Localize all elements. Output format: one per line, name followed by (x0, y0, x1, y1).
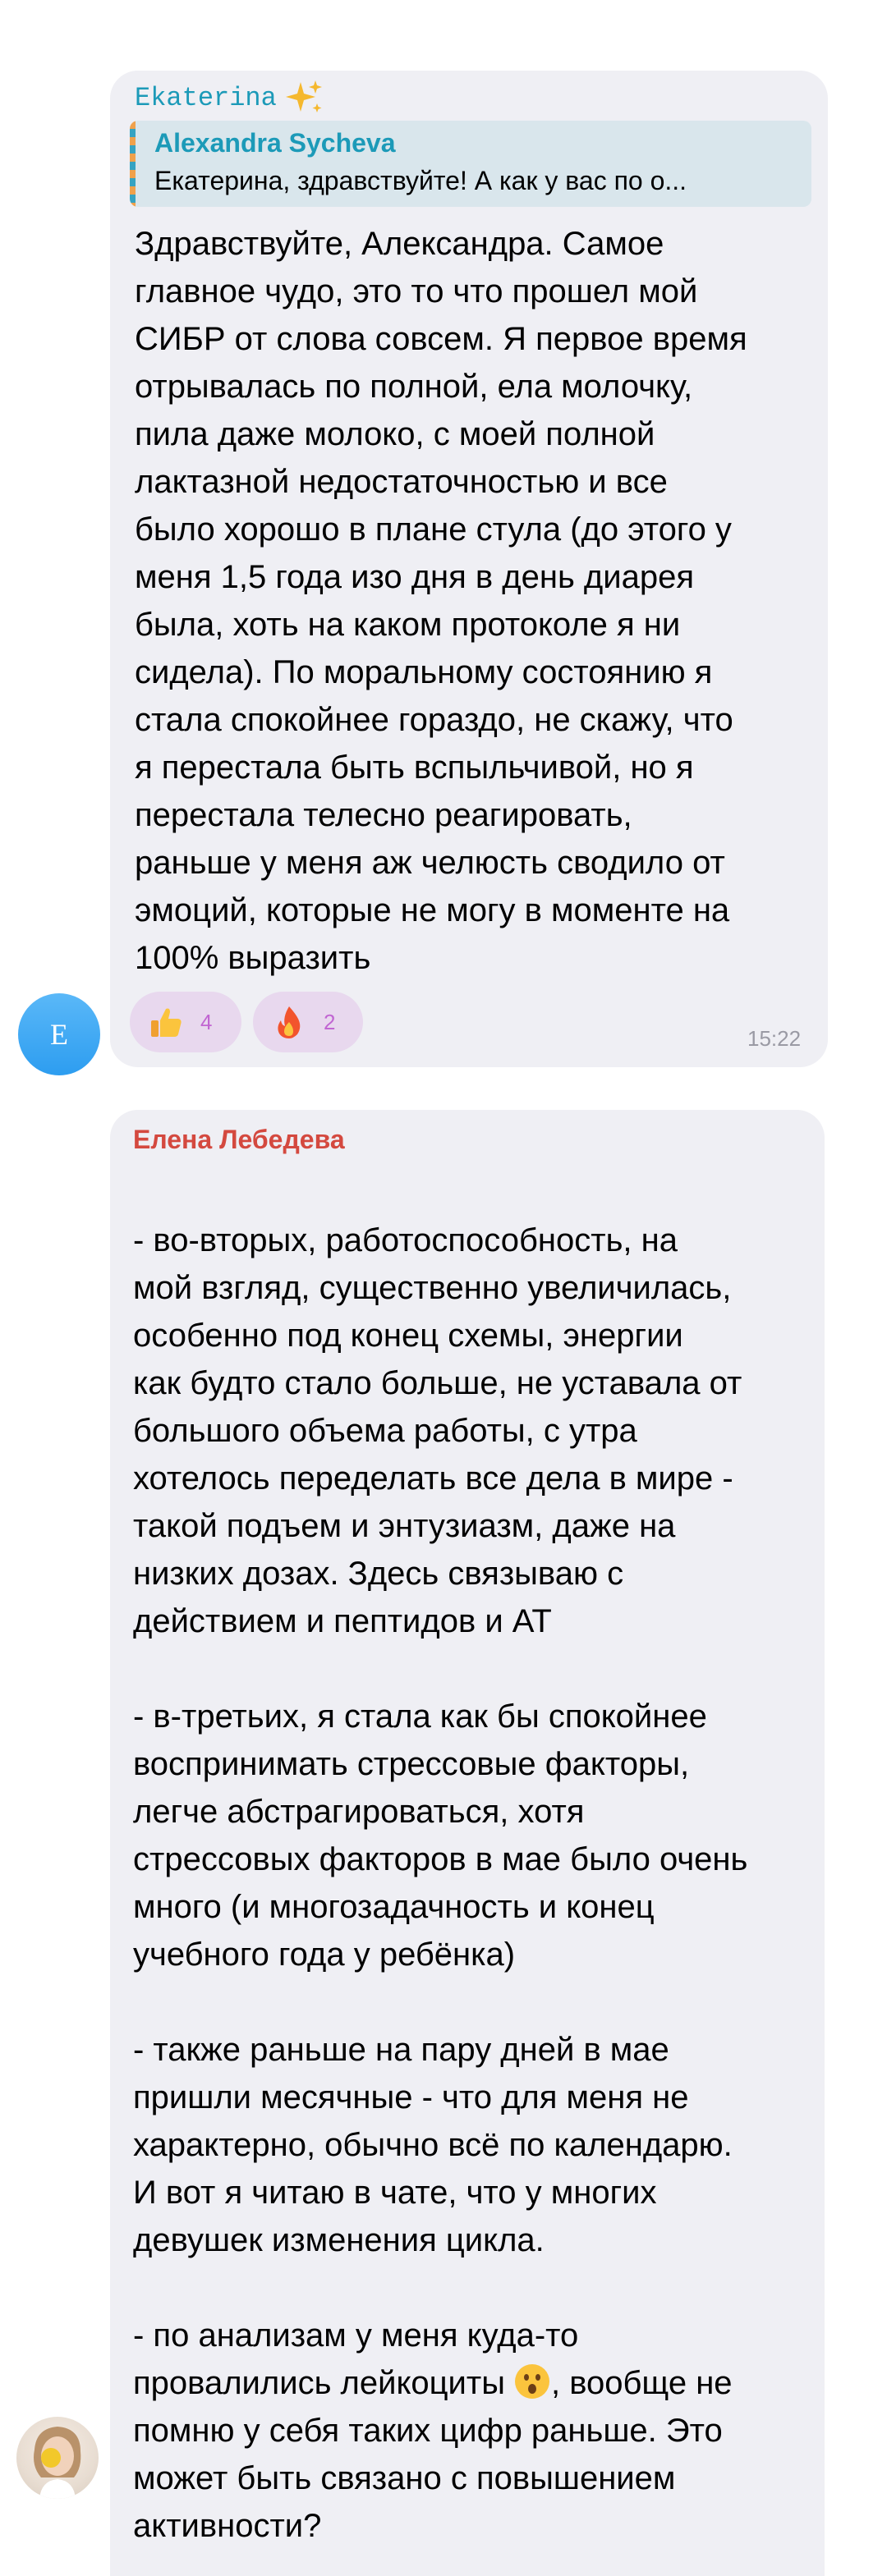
reaction-count: 4 (200, 1010, 213, 1034)
reply-accent-bar (130, 121, 136, 207)
reply-preview[interactable]: Alexandra Sycheva Екатерина, здравствуйт… (130, 121, 811, 207)
avatar-initial: E (50, 1018, 68, 1051)
sparkles-icon (286, 80, 322, 112)
message-text: - во-вторых, работоспособность, на мой в… (133, 1169, 815, 2550)
thumbs-up-icon (151, 1008, 182, 1037)
message-text: Здравствуйте, Александра. Самое главное … (135, 226, 747, 976)
surprised-face-icon (514, 2364, 549, 2399)
reaction-count: 2 (324, 1010, 336, 1034)
avatar-photo[interactable] (16, 2417, 99, 2499)
avatar-image (34, 2427, 81, 2499)
reaction-thumbs-up[interactable]: 4 (130, 992, 241, 1052)
avatar[interactable]: E (18, 993, 100, 1075)
message-text-part1: - во-вторых, работоспособность, на мой в… (133, 1222, 748, 2401)
fire-icon (278, 1006, 301, 1038)
message-time: 15:22 (747, 1026, 802, 1051)
reply-snippet: Екатерина, здравствуйте! А как у вас по … (154, 166, 687, 195)
sender-name[interactable]: Елена Лебедева (133, 1123, 345, 1156)
sender-name[interactable]: Ekaterina (135, 82, 277, 115)
reaction-fire[interactable]: 2 (253, 992, 363, 1052)
reply-author: Alexandra Sycheva (154, 128, 396, 158)
